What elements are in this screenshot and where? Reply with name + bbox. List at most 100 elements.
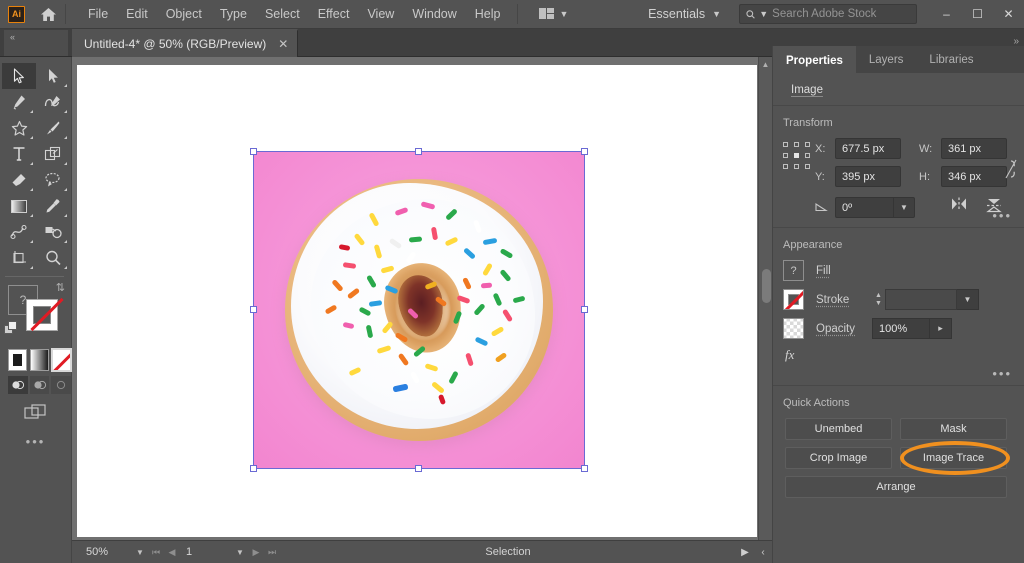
default-fill-stroke-icon[interactable] bbox=[4, 321, 18, 340]
workspace-switcher[interactable]: Essentials ▼ bbox=[640, 3, 729, 25]
scroll-up-icon[interactable]: ▲ bbox=[759, 57, 772, 71]
vertical-scroll-thumb[interactable] bbox=[762, 269, 771, 303]
arrange-documents-button[interactable]: ▼ bbox=[533, 5, 575, 23]
search-adobe-stock[interactable]: ▼ bbox=[739, 4, 917, 24]
vertical-scrollbar[interactable]: ▲ ▼ bbox=[758, 57, 772, 549]
selected-object-type: Image bbox=[773, 73, 1024, 106]
menu-item-view[interactable]: View bbox=[358, 3, 403, 25]
stroke-row: Stroke ▲ ▼ ▼ bbox=[773, 289, 1024, 310]
stroke-swatch-button[interactable] bbox=[783, 289, 804, 310]
stroke-dropdown-icon[interactable]: ▼ bbox=[957, 289, 979, 310]
mask-button[interactable]: Mask bbox=[900, 418, 1007, 440]
draw-inside-button[interactable] bbox=[51, 376, 72, 394]
x-input[interactable]: 677.5 px bbox=[835, 138, 901, 159]
transform-more-options[interactable]: ••• bbox=[992, 208, 1012, 223]
symbol-sprayer-tool[interactable] bbox=[36, 219, 70, 245]
eyedropper-tool[interactable] bbox=[36, 193, 70, 219]
arrange-button[interactable]: Arrange bbox=[785, 476, 1007, 498]
opacity-swatch-icon[interactable] bbox=[783, 318, 804, 339]
opacity-input[interactable]: 100% bbox=[872, 318, 930, 339]
canvas-area[interactable]: ▲ ▼ ◀ ▶ bbox=[72, 57, 772, 563]
direct-selection-tool[interactable] bbox=[36, 63, 70, 89]
constrain-proportions-icon[interactable] bbox=[1004, 158, 1018, 185]
pen-tool[interactable] bbox=[2, 89, 36, 115]
last-artboard-button[interactable]: ⏭ bbox=[264, 544, 280, 561]
maximize-button[interactable]: ☐ bbox=[962, 0, 993, 28]
curvature-tool[interactable] bbox=[36, 89, 70, 115]
flip-horizontal-icon[interactable] bbox=[949, 196, 969, 219]
fill-swatch-button[interactable]: ? bbox=[783, 260, 804, 281]
crop-image-button[interactable]: Crop Image bbox=[785, 447, 892, 469]
blend-tool[interactable] bbox=[2, 219, 36, 245]
angle-dropdown-icon[interactable]: ▼ bbox=[893, 197, 915, 218]
tab-layers[interactable]: Layers bbox=[856, 46, 917, 73]
y-input[interactable]: 395 px bbox=[835, 166, 901, 187]
status-menu-icon[interactable]: ▶ bbox=[736, 547, 754, 558]
appearance-more-options[interactable]: ••• bbox=[992, 366, 1012, 381]
document-tab[interactable]: Untitled-4* @ 50% (RGB/Preview) ✕ bbox=[72, 29, 299, 57]
gradient-tool[interactable] bbox=[2, 193, 36, 219]
stroke-weight-input[interactable] bbox=[885, 289, 957, 310]
menu-item-file[interactable]: File bbox=[79, 3, 117, 25]
image-trace-button[interactable]: Image Trace bbox=[900, 447, 1007, 469]
first-artboard-button[interactable]: ⏮ bbox=[148, 544, 164, 561]
zoom-level-field[interactable]: 50% bbox=[80, 543, 132, 561]
donut-dough bbox=[285, 179, 553, 441]
menu-item-help[interactable]: Help bbox=[466, 3, 510, 25]
menu-item-edit[interactable]: Edit bbox=[117, 3, 157, 25]
fx-button[interactable]: fx bbox=[773, 347, 1024, 363]
unembed-button[interactable]: Unembed bbox=[785, 418, 892, 440]
artboard[interactable] bbox=[77, 65, 757, 537]
minimize-button[interactable]: – bbox=[931, 0, 962, 28]
stroke-swatch[interactable] bbox=[26, 297, 64, 332]
close-button[interactable]: ✕ bbox=[993, 0, 1024, 28]
previous-artboard-button[interactable]: ◀ bbox=[164, 544, 180, 561]
tab-properties[interactable]: Properties bbox=[773, 46, 856, 73]
menu-item-type[interactable]: Type bbox=[211, 3, 256, 25]
paintbrush-tool[interactable] bbox=[36, 115, 70, 141]
draw-behind-button[interactable] bbox=[29, 376, 50, 394]
swap-fill-stroke-icon[interactable]: ⇅ bbox=[56, 281, 65, 294]
star-tool[interactable] bbox=[2, 115, 36, 141]
height-input[interactable]: 346 px bbox=[941, 166, 1007, 187]
home-icon[interactable] bbox=[38, 4, 58, 24]
zoom-dropdown-icon[interactable]: ▼ bbox=[132, 544, 148, 561]
edit-toolbar-button[interactable]: ••• bbox=[0, 434, 71, 449]
width-input[interactable]: 361 px bbox=[941, 138, 1007, 159]
opacity-options-icon[interactable]: ▸ bbox=[930, 318, 952, 339]
draw-normal-button[interactable] bbox=[8, 376, 28, 394]
artboard-tool[interactable] bbox=[2, 245, 36, 271]
selection-tool[interactable] bbox=[2, 63, 36, 89]
y-label: Y: bbox=[815, 170, 825, 183]
menu-item-effect[interactable]: Effect bbox=[309, 3, 359, 25]
opacity-row: Opacity 100% ▸ bbox=[773, 318, 1024, 339]
tools-panel: ? ⇅ ••• bbox=[0, 57, 72, 563]
search-input[interactable] bbox=[772, 8, 910, 20]
placed-image-donut[interactable] bbox=[253, 151, 585, 469]
reference-point-selector[interactable] bbox=[783, 142, 810, 169]
artboard-dropdown-icon[interactable]: ▼ bbox=[232, 544, 248, 561]
status-bar: 50% ▼ ⏮ ◀ 1 ▼ ▶ ⏭ Selection ▶ ‹ bbox=[72, 540, 772, 563]
collapse-panel-button[interactable]: « bbox=[4, 30, 68, 56]
type-tool[interactable] bbox=[2, 141, 36, 167]
screen-mode-button[interactable] bbox=[0, 404, 71, 422]
none-button[interactable] bbox=[51, 348, 72, 372]
color-button[interactable] bbox=[8, 349, 27, 371]
menu-item-select[interactable]: Select bbox=[256, 3, 309, 25]
shape-builder-tool[interactable] bbox=[36, 141, 70, 167]
tab-libraries[interactable]: Libraries bbox=[916, 46, 986, 73]
menu-item-window[interactable]: Window bbox=[403, 3, 465, 25]
eraser-tool[interactable] bbox=[2, 167, 36, 193]
stroke-weight-stepper[interactable]: ▲ ▼ bbox=[872, 289, 885, 310]
zoom-tool[interactable] bbox=[36, 245, 70, 271]
document-tab-title: Untitled-4* @ 50% (RGB/Preview) bbox=[84, 37, 267, 51]
lasso-tool[interactable] bbox=[36, 167, 70, 193]
artboard-number-field[interactable]: 1 bbox=[180, 543, 232, 561]
stroke-label: Stroke bbox=[816, 293, 850, 306]
next-artboard-button[interactable]: ▶ bbox=[248, 544, 264, 561]
close-icon[interactable]: ✕ bbox=[278, 38, 288, 50]
status-left-icon[interactable]: ‹ bbox=[754, 547, 772, 558]
gradient-button[interactable] bbox=[30, 349, 49, 371]
menu-item-object[interactable]: Object bbox=[157, 3, 211, 25]
rotate-angle-input[interactable]: 0º bbox=[835, 197, 893, 218]
